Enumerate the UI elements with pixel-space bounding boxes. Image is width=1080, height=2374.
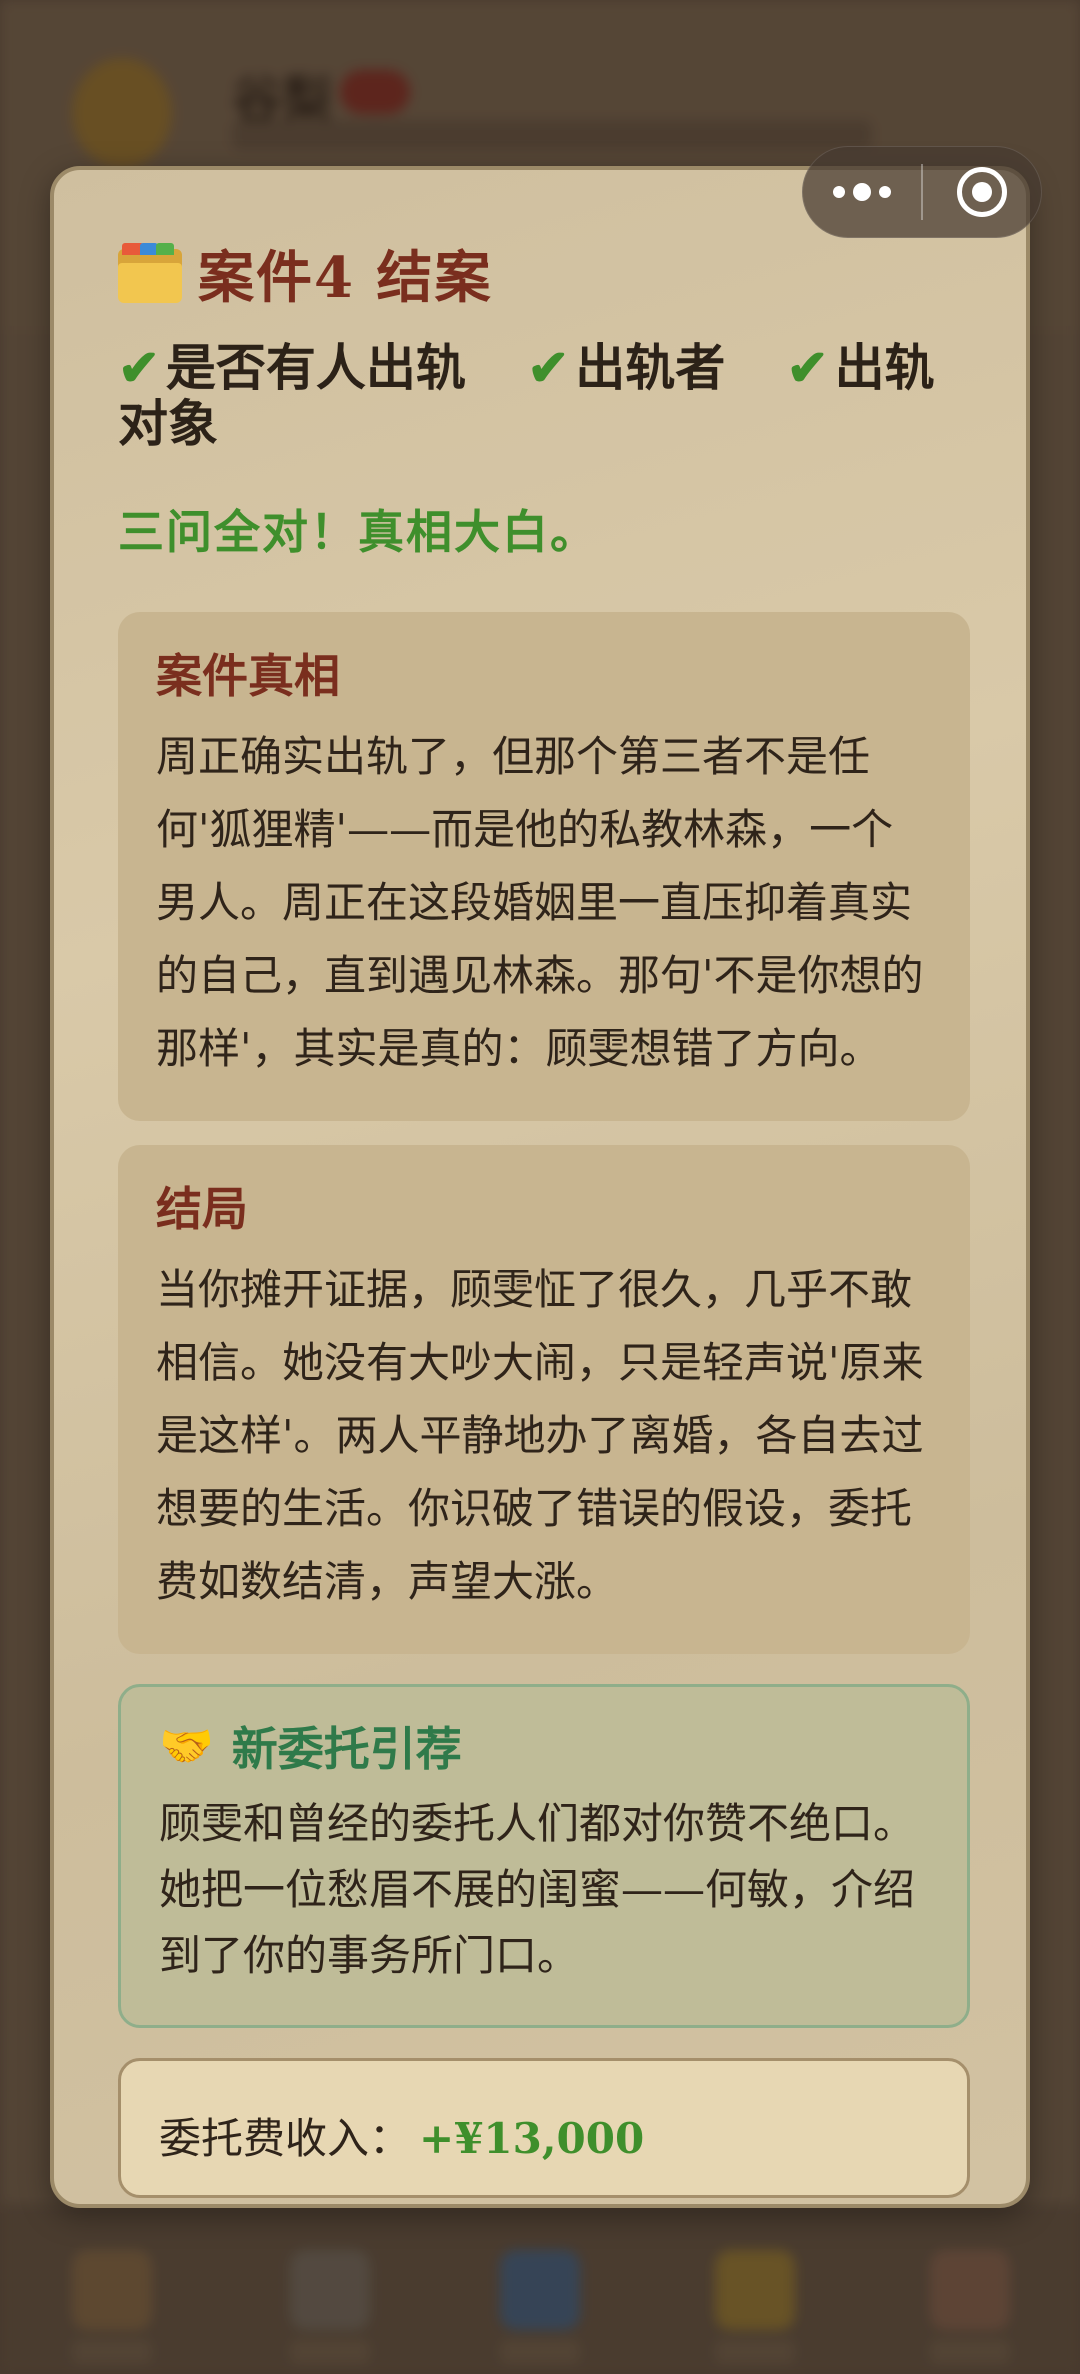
check-icon: ✔ xyxy=(118,338,160,397)
referral-heading: 新委托引荐 xyxy=(231,1722,462,1776)
case-truth-section: 案件真相 周正确实出轨了，但那个第三者不是任何'狐狸精'——而是他的私教林森，一… xyxy=(118,612,970,1121)
check-label: 是否有人出轨 xyxy=(165,338,466,397)
folder-icon xyxy=(118,243,182,303)
modal-header: 案件4 结案 xyxy=(118,234,970,312)
fee-amount: +¥13,000 xyxy=(419,2114,645,2163)
check-results: ✔ 是否有人出轨 ✔ 出轨者 ✔ 出轨对象 xyxy=(118,340,970,452)
section-heading: 案件真相 xyxy=(156,649,340,703)
mini-program-capsule xyxy=(802,146,1042,238)
verdict-text: 三问全对！真相大白。 xyxy=(118,505,598,559)
check-icon: ✔ xyxy=(786,338,829,397)
modal-content: 案件4 结案 ✔ 是否有人出轨 ✔ 出轨者 ✔ 出轨对象 三问全对！真相大白。 案件真… xyxy=(118,234,970,2198)
section-body: 周正确实出轨了，但那个第三者不是任何'狐狸精'——而是他的私教林森，一个男人。周… xyxy=(156,732,924,1073)
section-body: 当你摊开证据，顾雯怔了很久，几乎不敢相信。她没有大吵大闹，只是轻声说'原来是这样… xyxy=(156,1265,924,1606)
check-icon: ✔ xyxy=(527,338,570,397)
referral-body: 顾雯和曾经的委托人们都对你赞不绝口。她把一位愁眉不展的闺蜜——何敏，介绍到了你的… xyxy=(159,1799,916,1980)
new-referral-card: 🤝 新委托引荐 顾雯和曾经的委托人们都对你赞不绝口。她把一位愁眉不展的闺蜜——何… xyxy=(118,1684,970,2028)
fee-label: 委托费收入： xyxy=(159,2114,412,2163)
fee-income-box: 委托费收入： +¥13,000 xyxy=(118,2058,970,2198)
case-closed-modal: 案件4 结案 ✔ 是否有人出轨 ✔ 出轨者 ✔ 出轨对象 三问全对！真相大白。 案件真… xyxy=(50,166,1030,2208)
more-dots-icon[interactable] xyxy=(803,147,921,237)
ending-section: 结局 当你摊开证据，顾雯怔了很久，几乎不敢相信。她没有大吵大闹，只是轻声说'原来… xyxy=(118,1145,970,1654)
check-item: ✔ 出轨者 xyxy=(527,338,725,397)
handshake-icon: 🤝 xyxy=(159,1721,214,1772)
close-ring-icon[interactable] xyxy=(923,147,1041,237)
check-item: ✔ 是否有人出轨 xyxy=(118,338,466,397)
section-heading: 结局 xyxy=(156,1182,248,1236)
modal-title: 案件4 结案 xyxy=(198,244,493,311)
referral-header: 🤝 新委托引荐 xyxy=(159,1713,929,1779)
check-label: 出轨者 xyxy=(575,338,726,397)
